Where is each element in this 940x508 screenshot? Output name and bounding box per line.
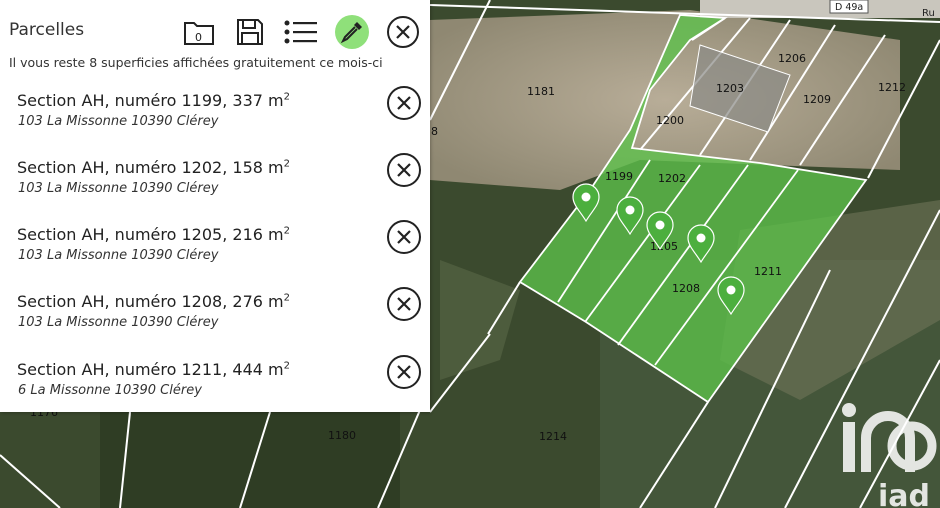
save-button[interactable]	[233, 15, 267, 49]
parcel-label: 1199	[605, 170, 633, 183]
parcel-list-item[interactable]: Section AH, numéro 1205, 216 m2 103 La M…	[0, 220, 430, 292]
eyedropper-button[interactable]	[335, 15, 369, 49]
parcel-list-item[interactable]: Section AH, numéro 1211, 444 m2 6 La Mis…	[0, 355, 430, 427]
parcel-label: 1200	[656, 114, 684, 127]
close-icon[interactable]	[386, 85, 422, 121]
parcel-label: 1180	[328, 429, 356, 442]
parcel-label: 1181	[527, 85, 555, 98]
svg-text:D 49a: D 49a	[835, 2, 863, 13]
parcel-label: 1208	[672, 282, 700, 295]
list-button[interactable]	[284, 15, 318, 49]
eyedropper-icon	[340, 22, 362, 44]
parcel-address: 6 La Missonne 10390 Clérey	[18, 383, 202, 398]
parcel-address: 103 La Missonne 10390 Clérey	[18, 181, 219, 196]
svg-text:iad: iad	[878, 479, 930, 508]
folder-count: 0	[195, 31, 202, 44]
close-panel-button[interactable]	[386, 15, 420, 49]
parcel-address: 103 La Missonne 10390 Clérey	[18, 315, 219, 330]
parcel-list-item[interactable]: Section AH, numéro 1208, 276 m2 103 La M…	[0, 287, 430, 359]
close-icon[interactable]	[386, 219, 422, 255]
road-name: Ru	[922, 8, 935, 19]
parcel-title: Section AH, numéro 1202, 158 m2	[17, 158, 290, 177]
parcel-label: 1214	[539, 430, 567, 443]
road-badge: D 49a	[829, 0, 869, 14]
parcel-list-item[interactable]: Section AH, numéro 1199, 337 m2 103 La M…	[0, 86, 430, 158]
parcel-label: 1202	[658, 172, 686, 185]
list-icon	[284, 20, 317, 44]
close-icon	[387, 16, 419, 48]
parcel-label: 1211	[754, 265, 782, 278]
parcel-title: Section AH, numéro 1205, 216 m2	[17, 225, 290, 244]
parcel-title: Section AH, numéro 1208, 276 m2	[17, 292, 290, 311]
parcel-panel: Parcelles 0 Il vous reste 8 superficies …	[0, 0, 430, 412]
parcel-label: 8	[431, 125, 438, 138]
parcel-label: 1209	[803, 93, 831, 106]
parcel-list-item[interactable]: Section AH, numéro 1202, 158 m2 103 La M…	[0, 153, 430, 225]
parcel-label: 1206	[778, 52, 806, 65]
remaining-quota-text: Il vous reste 8 superficies affichées gr…	[9, 55, 383, 70]
save-icon	[237, 19, 263, 45]
close-icon[interactable]	[386, 354, 422, 390]
parcel-address: 103 La Missonne 10390 Clérey	[18, 248, 219, 263]
close-icon[interactable]	[386, 152, 422, 188]
parcel-address: 103 La Missonne 10390 Clérey	[18, 114, 219, 129]
parcel-label: 1203	[716, 82, 744, 95]
close-icon[interactable]	[386, 286, 422, 322]
folder-icon: 0	[184, 22, 214, 45]
parcel-title: Section AH, numéro 1199, 337 m2	[17, 91, 290, 110]
parcel-title: Section AH, numéro 1211, 444 m2	[17, 360, 290, 379]
parcel-label: 1212	[878, 81, 906, 94]
folder-button[interactable]: 0	[182, 15, 216, 49]
panel-title: Parcelles	[9, 20, 85, 40]
